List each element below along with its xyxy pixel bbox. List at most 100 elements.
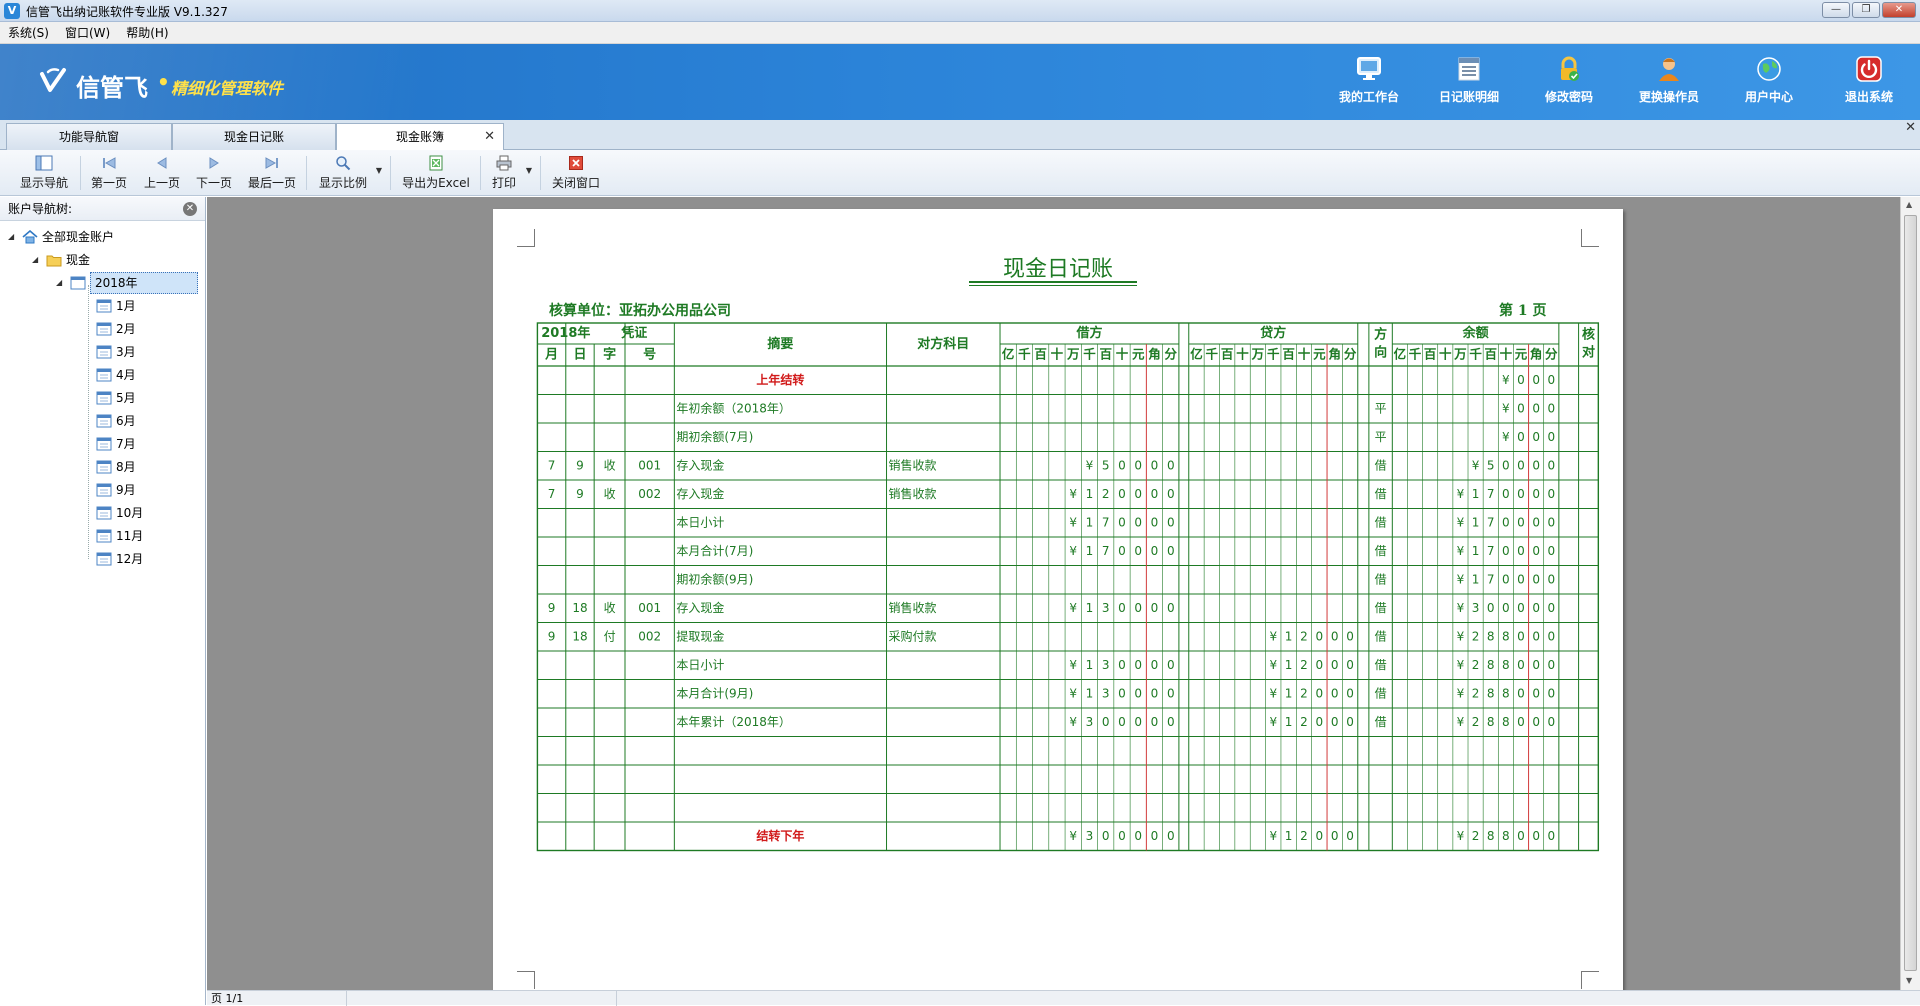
amount-digit: 0 (1346, 629, 1354, 643)
amount-digit: 2 (1472, 829, 1480, 843)
next-page-button[interactable]: 下一页 (192, 154, 236, 191)
change-password-label: 修改密码 (1544, 90, 1593, 104)
tree-node-year[interactable]: ◢ 2018年 (56, 272, 198, 294)
tree-node-month[interactable]: 11月 (92, 526, 143, 546)
tab-navigation[interactable]: 功能导航窗 (6, 123, 172, 150)
cell-counter-account: 采购付款 (889, 628, 937, 643)
scroll-thumb[interactable] (1904, 215, 1917, 971)
header-digit: 万 (1453, 347, 1467, 362)
switch-operator-button[interactable]: 更换操作员 (1634, 54, 1704, 105)
tree-node-month[interactable]: 10月 (92, 503, 143, 523)
vertical-scrollbar[interactable]: ▲ ▼ (1900, 197, 1920, 990)
tree-label-year: 2018年 (90, 272, 198, 294)
print-button[interactable]: 打印 ▼ (488, 154, 532, 191)
amount-digit: 2 (1472, 686, 1480, 700)
cell-summary: 年初余额（2018年） (676, 400, 791, 415)
toggle-navigation-button[interactable]: 显示导航 (16, 154, 72, 191)
scroll-up-icon[interactable]: ▲ (1906, 200, 1912, 209)
excel-icon (429, 155, 443, 171)
amount-digit: 8 (1502, 658, 1510, 672)
amount-digit: 8 (1487, 658, 1495, 672)
menu-system[interactable]: 系统(S) (8, 24, 49, 41)
menu-help[interactable]: 帮助(H) (126, 24, 168, 41)
amount-digit: 1 (1285, 629, 1293, 643)
amount-digit: ¥ (1457, 601, 1465, 615)
amount-digit: 2 (1472, 715, 1480, 729)
close-button[interactable]: ✕ (1882, 2, 1916, 18)
amount-digit: ¥ (1457, 658, 1465, 672)
amount-digit: 1 (1285, 829, 1293, 843)
tree-label-month: 8月 (116, 460, 136, 474)
app-icon: V (4, 3, 20, 19)
tree-node-month[interactable]: 7月 (92, 434, 136, 454)
amount-digit: ¥ (1269, 686, 1277, 700)
amount-digit: 0 (1532, 544, 1540, 558)
tab-close-icon[interactable]: ✕ (484, 124, 495, 150)
amount-digit: 0 (1167, 601, 1175, 615)
collapse-icon[interactable]: ◢ (32, 250, 42, 270)
amount-digit: 0 (1532, 829, 1540, 843)
menu-window[interactable]: 窗口(W) (65, 24, 110, 41)
tree-node-month[interactable]: 9月 (92, 480, 136, 500)
tree-node-month[interactable]: 2月 (92, 319, 136, 339)
amount-digit: 0 (1102, 715, 1110, 729)
amount-digit: 0 (1517, 715, 1525, 729)
tree-node-month[interactable]: 3月 (92, 342, 136, 362)
page-status: 页 1/1 (207, 991, 347, 1006)
amount-digit: 8 (1502, 629, 1510, 643)
amount-digit: 0 (1134, 601, 1142, 615)
restore-button[interactable]: ❐ (1852, 2, 1880, 18)
amount-digit: 0 (1167, 686, 1175, 700)
header-digit: 百 (1282, 347, 1295, 362)
tree-node-month[interactable]: 12月 (92, 549, 143, 569)
tree-node-cash[interactable]: ◢ 现金 (32, 250, 90, 270)
prev-page-button[interactable]: 上一页 (140, 154, 184, 191)
amount-digit: 0 (1532, 658, 1540, 672)
amount-digit: 0 (1502, 601, 1510, 615)
tab-cash-ledger[interactable]: 现金账簿 ✕ (336, 123, 504, 151)
ledger-detail-button[interactable]: 日记账明细 (1434, 54, 1504, 105)
exit-system-button[interactable]: 退出系统 (1834, 54, 1904, 105)
workbench-button[interactable]: 我的工作台 (1334, 54, 1404, 105)
amount-digit: 0 (1316, 629, 1324, 643)
cell-direction: 借 (1375, 601, 1387, 615)
close-all-tabs-icon[interactable]: ✕ (1905, 120, 1916, 135)
amount-digit: 0 (1118, 544, 1126, 558)
zoom-dropdown-icon[interactable]: ▼ (376, 166, 382, 175)
tree-node-all-accounts[interactable]: ◢ 全部现金账户 (8, 227, 114, 247)
sidebar-close-icon[interactable]: ✕ (183, 202, 197, 216)
print-icon (496, 155, 512, 171)
amount-digit: 0 (1532, 601, 1540, 615)
print-dropdown-icon[interactable]: ▼ (526, 166, 532, 175)
amount-digit: 7 (1102, 515, 1110, 529)
sidebar-title: 账户导航树: (8, 202, 73, 216)
cell-summary: 本月合计(9月) (676, 685, 753, 700)
first-page-button[interactable]: 第一页 (86, 154, 132, 191)
amount-digit: ¥ (1069, 715, 1077, 729)
last-page-button[interactable]: 最后一页 (244, 154, 300, 191)
tree-node-month[interactable]: 5月 (92, 388, 136, 408)
amount-digit: 0 (1517, 458, 1525, 472)
close-window-button[interactable]: 关闭窗口 (548, 154, 604, 191)
change-password-button[interactable]: 修改密码 (1534, 54, 1604, 105)
amount-digit: 0 (1118, 715, 1126, 729)
header-year: 2018年 (541, 325, 590, 341)
tree-node-month[interactable]: 4月 (92, 365, 136, 385)
user-center-button[interactable]: 用户中心 (1734, 54, 1804, 105)
tree-node-month[interactable]: 8月 (92, 457, 136, 477)
minimize-button[interactable]: — (1822, 2, 1850, 18)
collapse-icon[interactable]: ◢ (8, 227, 18, 247)
tree-node-month[interactable]: 6月 (92, 411, 136, 431)
zoom-ratio-button[interactable]: 显示比例 ▼ (316, 154, 382, 191)
tab-cash-journal[interactable]: 现金日记账 (172, 123, 336, 150)
amount-digit: 5 (1487, 458, 1495, 472)
amount-digit: ¥ (1086, 458, 1094, 472)
account-navigation-tree: 账户导航树: ✕ ◢ 全部现金账户 ◢ 现金 ◢ 2018年 1月 2月 3月 4月 5… (0, 197, 206, 1005)
tree-node-month[interactable]: 1月 (92, 296, 136, 316)
scroll-down-icon[interactable]: ▼ (1906, 976, 1912, 985)
export-excel-button[interactable]: 导出为Excel (400, 154, 472, 191)
cell-summary: 本日小计 (676, 658, 724, 672)
amount-digit: ¥ (1457, 715, 1465, 729)
collapse-icon[interactable]: ◢ (56, 273, 66, 293)
header-digit: 千 (1083, 347, 1096, 362)
